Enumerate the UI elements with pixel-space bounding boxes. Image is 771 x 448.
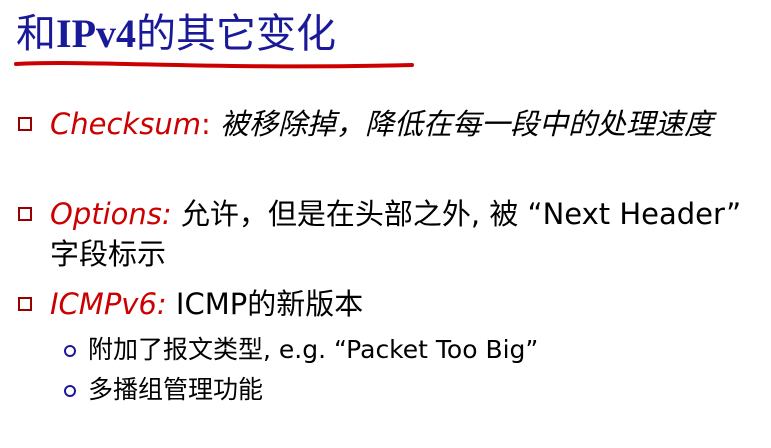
sub-bullet-text: 多播组管理功能 xyxy=(88,375,264,404)
bullet-text: Options: 允许，但是在头部之外, 被 “Next Header” 字段标… xyxy=(50,194,753,274)
bullet-options: Options: 允许，但是在头部之外, 被 “Next Header” 字段标… xyxy=(18,194,753,274)
title-latin: IPv4 xyxy=(56,11,136,56)
bullet-label: Options: xyxy=(50,197,172,231)
sub-bullet-message-types: 附加了报文类型, e.g. “Packet Too Big” xyxy=(64,332,538,368)
square-bullet-icon xyxy=(18,207,32,221)
bullet-body: 被移除掉，降低在每一段中的处理速度 xyxy=(210,107,713,141)
bullet-label: ICMPv6: xyxy=(50,287,167,321)
title-prefix: 和 xyxy=(16,11,56,57)
bullet-label: Checksum xyxy=(50,107,201,141)
circle-bullet-icon xyxy=(64,345,76,357)
square-bullet-icon xyxy=(18,117,32,131)
square-bullet-icon xyxy=(18,297,32,311)
slide-title: 和IPv4的其它变化 xyxy=(16,8,336,60)
bullet-text: Checksum: 被移除掉，降低在每一段中的处理速度 xyxy=(50,104,753,144)
sub-bullet-text: 附加了报文类型, e.g. “Packet Too Big” xyxy=(88,335,539,364)
title-suffix: 的其它变化 xyxy=(136,11,336,57)
bullet-text: ICMPv6: ICMP的新版本 xyxy=(50,284,753,324)
sub-bullet-multicast: 多播组管理功能 xyxy=(64,372,263,408)
bullet-icmpv6: ICMPv6: ICMP的新版本 xyxy=(18,284,753,324)
slide: 和IPv4的其它变化 Checksum: 被移除掉，降低在每一段中的处理速度 O… xyxy=(0,0,771,448)
title-underline xyxy=(14,61,414,69)
bullet-body: ICMP的新版本 xyxy=(166,287,364,321)
bullet-label-colon: : xyxy=(200,107,211,141)
circle-bullet-icon xyxy=(64,385,76,397)
bullet-checksum: Checksum: 被移除掉，降低在每一段中的处理速度 xyxy=(18,104,753,144)
